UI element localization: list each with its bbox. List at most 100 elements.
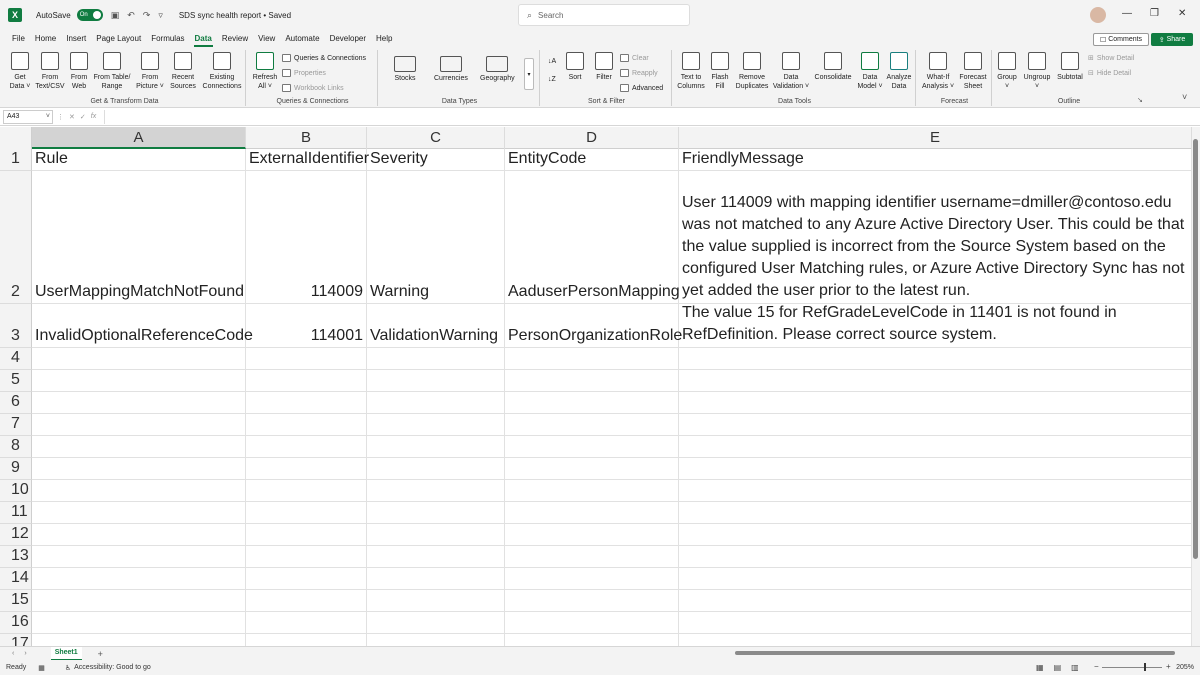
cell-c17[interactable]	[367, 634, 505, 646]
text-to-columns-button[interactable]: Text to Columns	[674, 50, 708, 91]
search-box[interactable]: ⌕ Search	[518, 4, 690, 26]
from-web-button[interactable]: From Web	[66, 50, 92, 91]
insert-function-icon[interactable]: fx	[91, 113, 96, 120]
column-header-d[interactable]: D	[505, 127, 679, 149]
autosave-toggle[interactable]: On	[76, 9, 103, 21]
name-box[interactable]: A43 ˅	[3, 109, 53, 124]
filter-button[interactable]: Filter	[592, 50, 616, 82]
cell-c10[interactable]	[367, 480, 505, 502]
cell-a5[interactable]	[32, 370, 246, 392]
cell-c13[interactable]	[367, 546, 505, 568]
cell-b9[interactable]	[246, 458, 367, 480]
tab-insert[interactable]: Insert	[61, 30, 91, 48]
column-header-e[interactable]: E	[679, 127, 1192, 149]
cell-e13[interactable]	[679, 546, 1192, 568]
tab-home[interactable]: Home	[30, 30, 61, 48]
cell-d9[interactable]	[505, 458, 679, 480]
row-header[interactable]: 7	[0, 414, 32, 436]
cell-b3[interactable]: 114001	[246, 304, 367, 348]
currencies-button[interactable]: Currencies	[434, 56, 468, 82]
cell-b6[interactable]	[246, 392, 367, 414]
cell-b16[interactable]	[246, 612, 367, 634]
row-header[interactable]: 10	[0, 480, 32, 502]
cell-e6[interactable]	[679, 392, 1192, 414]
stocks-button[interactable]: Stocks	[394, 56, 416, 82]
horizontal-scroll-thumb[interactable]	[735, 651, 1175, 655]
tab-developer[interactable]: Developer	[325, 30, 371, 48]
select-all-button[interactable]	[0, 127, 32, 149]
save-icon[interactable]: ▣	[111, 10, 120, 21]
get-data-button[interactable]: Get Data ˅	[6, 50, 34, 91]
sort-za-icon[interactable]: ↓Z	[548, 76, 556, 83]
sheet-nav-next-icon[interactable]: ›	[24, 650, 26, 657]
reapply-button[interactable]: Reapply	[620, 69, 658, 77]
tab-file[interactable]: File	[7, 30, 30, 48]
cell-a3[interactable]: InvalidOptionalReferenceCode	[32, 304, 253, 348]
hide-detail-button[interactable]: ⊟ Hide Detail	[1088, 69, 1131, 78]
sort-button[interactable]: Sort	[562, 50, 588, 82]
cancel-icon[interactable]: ✕	[69, 113, 75, 121]
cell-c8[interactable]	[367, 436, 505, 458]
cell-a12[interactable]	[32, 524, 246, 546]
cell-c2[interactable]: Warning	[367, 171, 505, 304]
tab-review[interactable]: Review	[217, 30, 253, 48]
vertical-scrollbar[interactable]	[1192, 127, 1200, 646]
analyze-data-button[interactable]: Analyze Data	[884, 50, 914, 91]
from-table-range-button[interactable]: From Table/Range	[92, 50, 132, 91]
properties-button[interactable]: Properties	[282, 69, 326, 77]
cell-e8[interactable]	[679, 436, 1192, 458]
cell-d8[interactable]	[505, 436, 679, 458]
redo-icon[interactable]: ↷	[143, 10, 151, 21]
cell-e4[interactable]	[679, 348, 1192, 370]
cell-c6[interactable]	[367, 392, 505, 414]
cell-b17[interactable]	[246, 634, 367, 646]
cell-c15[interactable]	[367, 590, 505, 612]
cell-b4[interactable]	[246, 348, 367, 370]
cell-d5[interactable]	[505, 370, 679, 392]
row-header[interactable]: 17	[0, 634, 32, 646]
add-sheet-button[interactable]: +	[98, 649, 103, 659]
cell-a7[interactable]	[32, 414, 246, 436]
restore-button[interactable]: ❐	[1150, 8, 1159, 19]
cell-b11[interactable]	[246, 502, 367, 524]
clear-button[interactable]: Clear	[620, 54, 649, 62]
cell-d16[interactable]	[505, 612, 679, 634]
cell-a10[interactable]	[32, 480, 246, 502]
row-header[interactable]: 8	[0, 436, 32, 458]
cell-b15[interactable]	[246, 590, 367, 612]
group-button[interactable]: Group ˅	[994, 50, 1020, 91]
cell-c1[interactable]: Severity	[367, 149, 505, 171]
horizontal-scrollbar[interactable]	[735, 650, 1185, 656]
zoom-slider[interactable]	[1102, 667, 1162, 668]
from-text-csv-button[interactable]: From Text/CSV	[34, 50, 66, 91]
tab-formulas[interactable]: Formulas	[146, 30, 189, 48]
workbook-links-button[interactable]: Workbook Links	[282, 84, 344, 92]
column-header-b[interactable]: B	[246, 127, 367, 149]
cell-a17[interactable]	[32, 634, 246, 646]
column-header-c[interactable]: C	[367, 127, 505, 149]
cell-c14[interactable]	[367, 568, 505, 590]
share-button[interactable]: ⇪ Share	[1151, 33, 1193, 46]
zoom-out-icon[interactable]: −	[1094, 662, 1099, 671]
normal-view-icon[interactable]: ▦	[1036, 663, 1044, 672]
column-header-a[interactable]: A	[32, 127, 246, 149]
cell-b10[interactable]	[246, 480, 367, 502]
cell-a13[interactable]	[32, 546, 246, 568]
undo-icon[interactable]: ↶	[127, 10, 135, 21]
formula-input[interactable]	[104, 110, 1188, 124]
ungroup-button[interactable]: Ungroup ˅	[1020, 50, 1054, 91]
cell-e16[interactable]	[679, 612, 1192, 634]
page-layout-view-icon[interactable]: ▤	[1054, 663, 1062, 672]
data-validation-button[interactable]: Data Validation ˅	[772, 50, 810, 91]
cell-a11[interactable]	[32, 502, 246, 524]
cell-e14[interactable]	[679, 568, 1192, 590]
cell-c16[interactable]	[367, 612, 505, 634]
cell-b8[interactable]	[246, 436, 367, 458]
cell-e2[interactable]: User 114009 with mapping identifier user…	[679, 171, 1192, 304]
cell-d11[interactable]	[505, 502, 679, 524]
data-types-expand-icon[interactable]: ▾	[524, 58, 534, 90]
cell-d3[interactable]: PersonOrganizationRole	[505, 304, 682, 348]
zoom-in-icon[interactable]: +	[1166, 662, 1171, 671]
queries-connections-button[interactable]: Queries & Connections	[282, 54, 366, 62]
row-header[interactable]: 3	[0, 304, 32, 348]
